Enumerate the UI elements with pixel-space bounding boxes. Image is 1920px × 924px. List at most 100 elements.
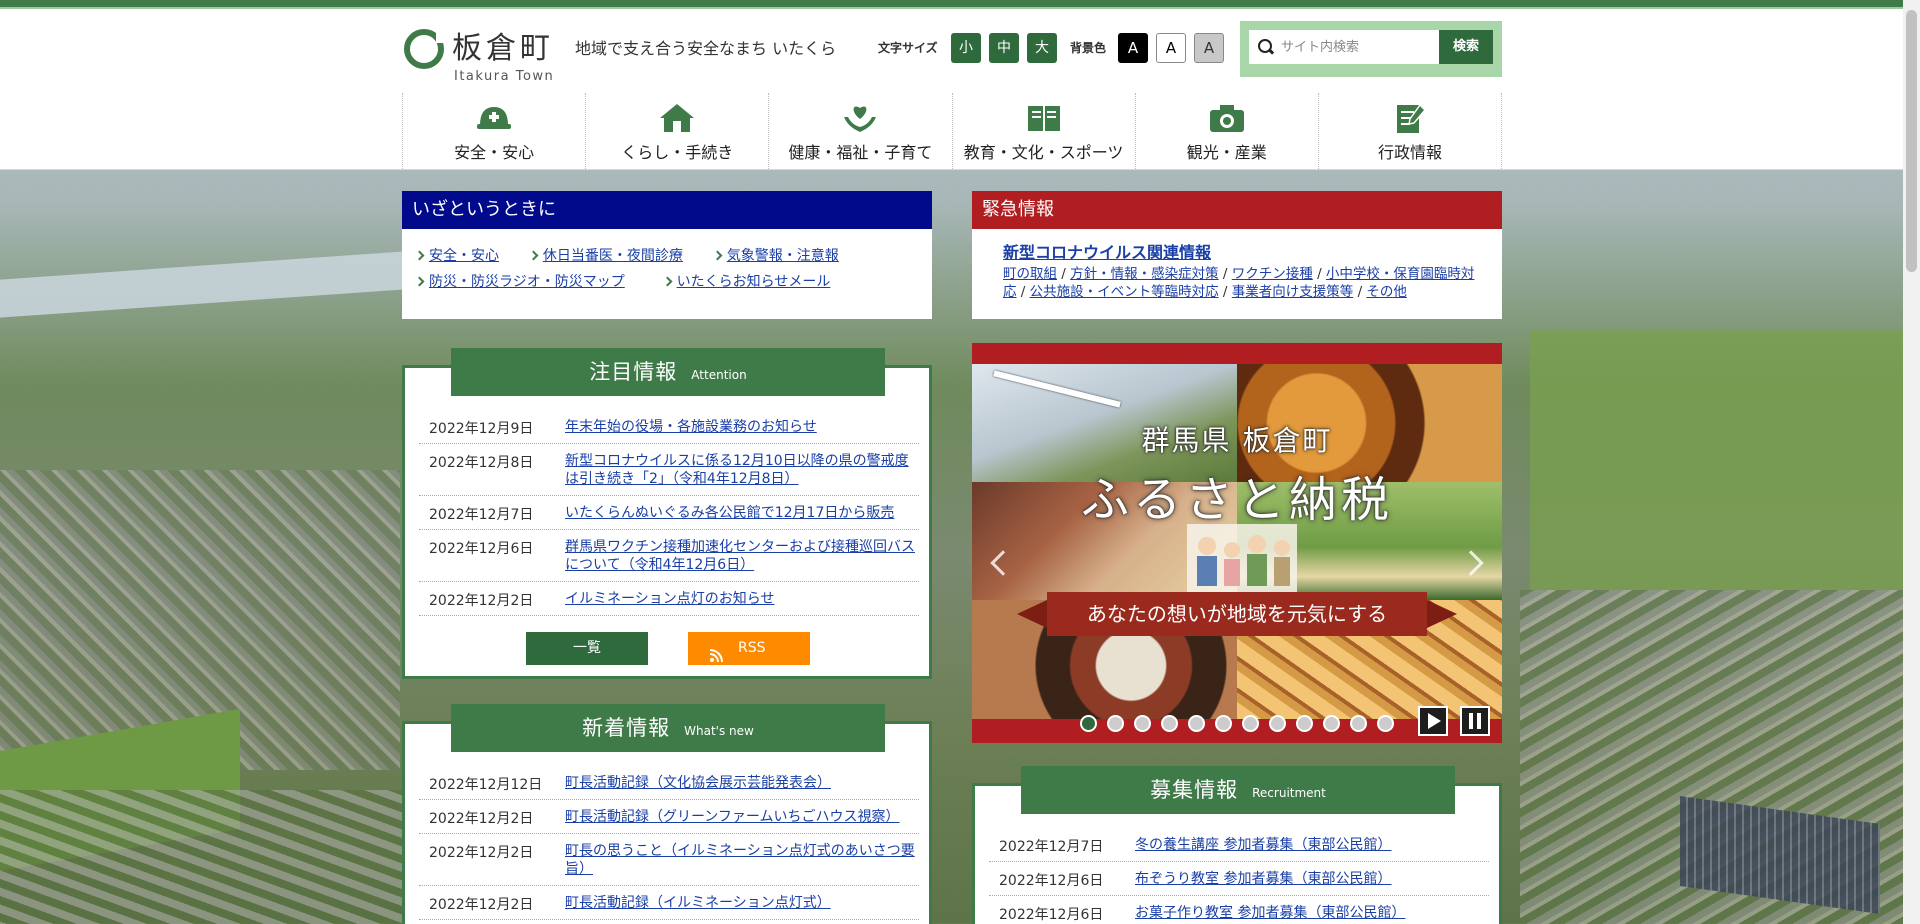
carousel-dot[interactable] [1377, 715, 1394, 732]
news-date: 2022年12月6日 [429, 541, 534, 557]
whats-new-heading: 新着情報 What's new [451, 704, 885, 752]
nav-item-living[interactable]: くらし・手続き [585, 93, 768, 169]
list-item: 2022年12月2日 イルミネーション点灯のお知らせ [419, 582, 919, 616]
carousel-dot[interactable] [1296, 715, 1313, 732]
nav-item-tourism[interactable]: 観光・産業 [1134, 93, 1318, 169]
nav-label: 行政情報 [1377, 143, 1442, 162]
link-vaccine[interactable]: ワクチン接種 [1232, 266, 1313, 282]
carousel-dot[interactable] [1080, 715, 1097, 732]
news-date: 2022年12月7日 [999, 839, 1104, 855]
recruitment-panel: 募集情報 Recruitment 2022年12月7日 冬の養生講座 参加者募集（… [972, 766, 1502, 924]
list-all-button[interactable]: 一覧 [526, 632, 648, 665]
attention-heading: 注目情報 Attention [451, 348, 885, 396]
list-item: 2022年12月2日 町長活動記録（グリーンファームいちごハウス視察） [419, 800, 919, 834]
news-title-link[interactable]: 群馬県ワクチン接種加速化センターおよび接種巡回バスについて（令和4年12月6日） [565, 538, 919, 574]
house-icon [657, 101, 697, 135]
carousel-dot[interactable] [1134, 715, 1151, 732]
news-title-link[interactable]: 布ぞうり教室 参加者募集（東部公民館） [1135, 870, 1489, 888]
carousel-title-line2: ふるさと納税 [1080, 472, 1393, 528]
book-icon [1024, 101, 1064, 135]
news-title-link[interactable]: 町長活動記録（グリーンファームいちごハウス視察） [565, 808, 919, 826]
search-box: 検索 [1240, 21, 1502, 77]
attention-title: 注目情報 [589, 360, 678, 384]
list-item: 2022年12月2日 町長の思うこと（イルミネーション点灯式のあいさつ要旨） [419, 834, 919, 886]
carousel-play-button[interactable] [1418, 706, 1448, 736]
carousel-banner: あなたの想いが地域を元気にする [1017, 592, 1457, 636]
link-holiday-doctor[interactable]: 休日当番医・夜間診療 [543, 248, 683, 264]
carousel-dot[interactable] [1107, 715, 1124, 732]
news-title-link[interactable]: 新型コロナウイルスに係る12月10日以降の県の警戒度は引き続き「2」（令和4年1… [565, 452, 919, 488]
nav-item-education[interactable]: 教育・文化・スポーツ [951, 93, 1135, 169]
recruitment-title-en: Recruitment [1252, 786, 1326, 800]
scrollbar-thumb[interactable] [1906, 10, 1917, 272]
link-weather-warning[interactable]: 気象警報・注意報 [727, 248, 839, 264]
emergency-guide-panel: いざというときに 安全・安心 休日当番医・夜間診療 気象警報・注意報 防災・防災… [402, 191, 932, 319]
document-pen-icon [1390, 101, 1430, 135]
carousel-pause-button[interactable] [1460, 706, 1490, 736]
nav-label: 観光・産業 [1186, 143, 1267, 162]
list-item: 2022年12月6日 群馬県ワクチン接種加速化センターおよび接種巡回バスについて… [419, 530, 919, 582]
rss-button[interactable]: RSS [688, 632, 810, 665]
carousel-dot[interactable] [1323, 715, 1340, 732]
news-title-link[interactable]: 町長活動記録（文化協会展示芸能発表会） [565, 774, 919, 792]
list-item: 2022年12月6日 お菓子作り教室 参加者募集（東部公民館） [989, 896, 1489, 924]
covid-info-link[interactable]: 新型コロナウイルス関連情報 [1003, 239, 1211, 263]
site-header: 板倉町 Itakura Town 地域で支え合う安全なまち いたくら 文字サイズ… [0, 9, 1920, 170]
news-title-link[interactable]: 町長の思うこと（イルミネーション点灯式のあいさつ要旨） [565, 842, 919, 878]
news-title-link[interactable]: イルミネーション点灯のお知らせ [565, 590, 919, 608]
font-size-small-button[interactable]: 小 [951, 33, 981, 63]
news-date: 2022年12月2日 [429, 897, 534, 913]
camera-icon [1207, 101, 1247, 135]
page-scrollbar[interactable] [1903, 0, 1920, 924]
attention-list: 2022年12月9日 年末年始の役場・各施設業務のお知らせ 2022年12月8日… [419, 410, 919, 616]
people-illustration [1187, 524, 1297, 594]
nav-item-safety[interactable]: 安全・安心 [402, 93, 585, 169]
news-title-link[interactable]: 年末年始の役場・各施設業務のお知らせ [565, 418, 919, 436]
carousel-dot[interactable] [1215, 715, 1232, 732]
link-disaster-map[interactable]: 防災・防災ラジオ・防災マップ [429, 274, 625, 290]
font-size-medium-button[interactable]: 中 [989, 33, 1019, 63]
news-date: 2022年12月8日 [429, 455, 534, 471]
emergency-guide-links-row1: 安全・安心 休日当番医・夜間診療 気象警報・注意報 [414, 245, 839, 265]
news-date: 2022年12月7日 [429, 507, 534, 523]
news-title-link[interactable]: 町長活動記録（イルミネーション点灯式） [565, 894, 919, 912]
carousel-dot[interactable] [1161, 715, 1178, 732]
carousel-dot[interactable] [1188, 715, 1205, 732]
link-business-support[interactable]: 事業者向け支援策等 [1232, 284, 1354, 300]
carousel-slide-image[interactable]: 群馬県 板倉町 ふるさと納税 あなたの想いが地域を元気にする [972, 364, 1502, 719]
link-other[interactable]: その他 [1366, 284, 1407, 300]
news-title-link[interactable]: いたくらんぬいぐるみ各公民館で12月17日から販売 [565, 504, 919, 522]
link-public-facility[interactable]: 公共施設・イベント等臨時対応 [1030, 284, 1219, 300]
logo-text-en: Itakura Town [454, 69, 555, 84]
rss-label: RSS [738, 640, 766, 656]
carousel-dot[interactable] [1269, 715, 1286, 732]
link-safety[interactable]: 安全・安心 [429, 248, 499, 264]
top-accent-bar [0, 0, 1920, 9]
logo-mark-icon [404, 29, 446, 69]
chevron-right-icon [662, 276, 673, 287]
nav-item-health[interactable]: 健康・福祉・子育て [768, 93, 951, 169]
nav-item-admin[interactable]: 行政情報 [1317, 93, 1503, 169]
link-policy[interactable]: 方針・情報・感染症対策 [1070, 266, 1219, 282]
nav-label: 安全・安心 [454, 143, 535, 162]
carousel-dot[interactable] [1350, 715, 1367, 732]
news-date: 2022年12月12日 [429, 777, 543, 793]
news-title-link[interactable]: 冬の養生講座 参加者募集（東部公民館） [1135, 836, 1489, 854]
site-logo[interactable]: 板倉町 Itakura Town [404, 27, 564, 87]
search-input[interactable] [1281, 30, 1441, 64]
link-notice-mail[interactable]: いたくらお知らせメール [677, 274, 831, 290]
news-date: 2022年12月6日 [999, 873, 1104, 889]
font-size-large-button[interactable]: 大 [1027, 33, 1057, 63]
search-icon [1258, 39, 1274, 55]
search-field[interactable] [1249, 30, 1445, 64]
whats-new-panel: 新着情報 What's new 2022年12月12日 町長活動記録（文化協会展示… [402, 704, 932, 924]
bg-white-button[interactable]: A [1156, 33, 1186, 63]
bg-gray-button[interactable]: A [1194, 33, 1224, 63]
recruitment-list: 2022年12月7日 冬の養生講座 参加者募集（東部公民館） 2022年12月6… [989, 828, 1489, 924]
carousel-dot[interactable] [1242, 715, 1259, 732]
furusato-carousel: 群馬県 板倉町 ふるさと納税 あなたの想いが地域を元気にする [972, 343, 1502, 743]
search-button[interactable]: 検索 [1439, 30, 1493, 64]
news-title-link[interactable]: お菓子作り教室 参加者募集（東部公民館） [1135, 904, 1489, 922]
bg-black-button[interactable]: A [1118, 33, 1148, 63]
link-town-efforts[interactable]: 町の取組 [1003, 266, 1057, 282]
